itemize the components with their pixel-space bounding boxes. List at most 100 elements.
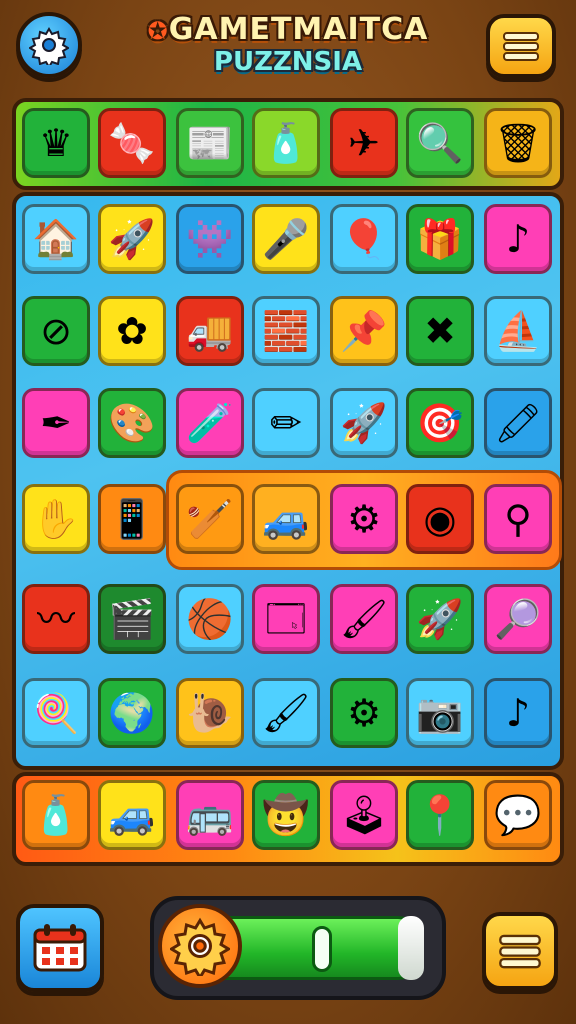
magnifier-ball-icon: 🔍 <box>416 121 464 165</box>
tile-map-pin[interactable]: 📍 <box>406 780 474 850</box>
tile-window[interactable]: 🗔 <box>252 584 320 654</box>
boat-icon: ⛵ <box>494 309 542 353</box>
tile-boat[interactable]: ⛵ <box>484 296 552 366</box>
tile-candy[interactable]: 🍭 <box>22 678 90 748</box>
tile-search-gear[interactable]: 🔎 <box>484 584 552 654</box>
microphone-icon: 🎤 <box>262 217 310 261</box>
tile-ball[interactable]: 🏀 <box>176 584 244 654</box>
tile-film-ball[interactable]: 🎬 <box>98 584 166 654</box>
progress-end-cap <box>398 916 424 980</box>
color-wheel-icon: ◉ <box>423 497 457 541</box>
tile-camera[interactable]: 📷 <box>406 678 474 748</box>
tile-magnifier-ball[interactable]: 🔍 <box>406 108 474 178</box>
tile-compass-gear[interactable]: ⚙ <box>330 678 398 748</box>
star-badge-icon: ✪ <box>147 17 169 45</box>
gift-box-icon: 🎁 <box>416 217 464 261</box>
menu-button[interactable] <box>486 14 556 78</box>
tile-snail[interactable]: 🐌 <box>176 678 244 748</box>
tile-pushpin[interactable]: 📌 <box>330 296 398 366</box>
swirl-candy-icon: 🍬 <box>108 121 156 165</box>
bus-icon: 🚌 <box>186 793 234 837</box>
rocket-icon: 🚀 <box>108 217 156 261</box>
gear-icon <box>170 917 230 976</box>
tile-paint-palette[interactable]: 🎨 <box>98 388 166 458</box>
tile-cowboy-face[interactable]: 🤠 <box>252 780 320 850</box>
tile-truck[interactable]: 🚚 <box>176 296 244 366</box>
tile-house[interactable]: 🏠 <box>22 204 90 274</box>
hamburger-menu-icon <box>499 934 541 969</box>
pen-icon: ✒ <box>40 401 72 445</box>
search-gear-icon: 🔎 <box>494 597 542 641</box>
phone-icon: 📱 <box>108 497 156 541</box>
tile-joystick[interactable]: 🕹 <box>330 780 398 850</box>
tile-spray-bottle[interactable]: 🧪 <box>176 388 244 458</box>
tile-globe-magnifier[interactable]: 🌍 <box>98 678 166 748</box>
brush-icon: 🖌 <box>339 597 389 641</box>
tile-bottle[interactable]: 🧴 <box>252 108 320 178</box>
gear-icon: ⚙ <box>346 497 382 541</box>
tile-no-sign[interactable]: ⊘ <box>22 296 90 366</box>
pushpin-icon: 📌 <box>340 309 388 353</box>
bat-icon: 🏏 <box>186 497 234 541</box>
spray-bottle-icon: 🧪 <box>186 401 234 445</box>
tile-music-note[interactable]: ♪ <box>484 204 552 274</box>
tile-hook[interactable]: ⚲ <box>484 484 552 554</box>
rocket-ship-icon: 🚀 <box>340 401 388 445</box>
compass-gear-icon: ⚙ <box>346 691 382 735</box>
joystick-icon: 🕹 <box>339 793 389 837</box>
chat-bubble-icon: 💬 <box>494 793 542 837</box>
tile-target[interactable]: 🎯 <box>406 388 474 458</box>
crown-icon: ♛ <box>38 121 74 165</box>
tile-chat-bubble[interactable]: 💬 <box>484 780 552 850</box>
monster-icon: 👾 <box>186 217 234 261</box>
tile-rocket-small[interactable]: 🚀 <box>406 584 474 654</box>
tile-gear[interactable]: ⚙ <box>330 484 398 554</box>
camera-icon: 📷 <box>416 691 464 735</box>
film-ball-icon: 🎬 <box>108 597 156 641</box>
tile-building-blocks[interactable]: 🧱 <box>252 296 320 366</box>
tile-worm[interactable]: 〰 <box>22 584 90 654</box>
tile-brush[interactable]: 🖌 <box>330 584 398 654</box>
tile-pen[interactable]: ✒ <box>22 388 90 458</box>
paintbrush-icon: 🖌 <box>261 691 311 735</box>
tile-crown[interactable]: ♛ <box>22 108 90 178</box>
tile-gift-box[interactable]: 🎁 <box>406 204 474 274</box>
worm-icon: 〰 <box>36 597 75 641</box>
tile-potion-bottle[interactable]: 🧴 <box>22 780 90 850</box>
tile-bat[interactable]: 🏏 <box>176 484 244 554</box>
tile-trash-bin[interactable]: 🗑 <box>484 108 552 178</box>
tile-bus[interactable]: 🚌 <box>176 780 244 850</box>
tile-rocket[interactable]: 🚀 <box>98 204 166 274</box>
tile-newspaper[interactable]: 📰 <box>176 108 244 178</box>
tile-microphone[interactable]: 🎤 <box>252 204 320 274</box>
truck-icon: 🚚 <box>186 309 234 353</box>
tile-monster[interactable]: 👾 <box>176 204 244 274</box>
tile-rocket-ship[interactable]: 🚀 <box>330 388 398 458</box>
tile-car[interactable]: 🚙 <box>252 484 320 554</box>
car-icon: 🚙 <box>262 497 310 541</box>
tile-pencil[interactable]: ✏ <box>252 388 320 458</box>
tile-phone[interactable]: 📱 <box>98 484 166 554</box>
tile-note-drop[interactable]: ♪ <box>484 678 552 748</box>
tile-paintbrush[interactable]: 🖌 <box>252 678 320 748</box>
note-drop-icon: ♪ <box>505 691 531 735</box>
bottom-menu-button[interactable] <box>482 912 558 990</box>
hand-icon: ✋ <box>32 497 80 541</box>
tile-color-wheel[interactable]: ◉ <box>406 484 474 554</box>
tile-jeep[interactable]: 🚙 <box>98 780 166 850</box>
potion-bottle-icon: 🧴 <box>32 793 80 837</box>
house-icon: 🏠 <box>32 217 80 261</box>
tile-swirl-candy[interactable]: 🍬 <box>98 108 166 178</box>
paper-plane-icon: ✈ <box>348 121 380 165</box>
calendar-button[interactable] <box>16 904 104 992</box>
tile-balloon[interactable]: 🎈 <box>330 204 398 274</box>
tile-hand[interactable]: ✋ <box>22 484 90 554</box>
power-up-gear-button[interactable] <box>158 904 242 988</box>
progress-slider-handle[interactable] <box>312 926 332 972</box>
tile-crayon[interactable]: 🖍 <box>484 388 552 458</box>
tile-cross-tools[interactable]: ✖ <box>406 296 474 366</box>
tile-paper-plane[interactable]: ✈ <box>330 108 398 178</box>
target-icon: 🎯 <box>416 401 464 445</box>
tile-gear-flower[interactable]: ✿ <box>98 296 166 366</box>
snail-icon: 🐌 <box>186 691 234 735</box>
